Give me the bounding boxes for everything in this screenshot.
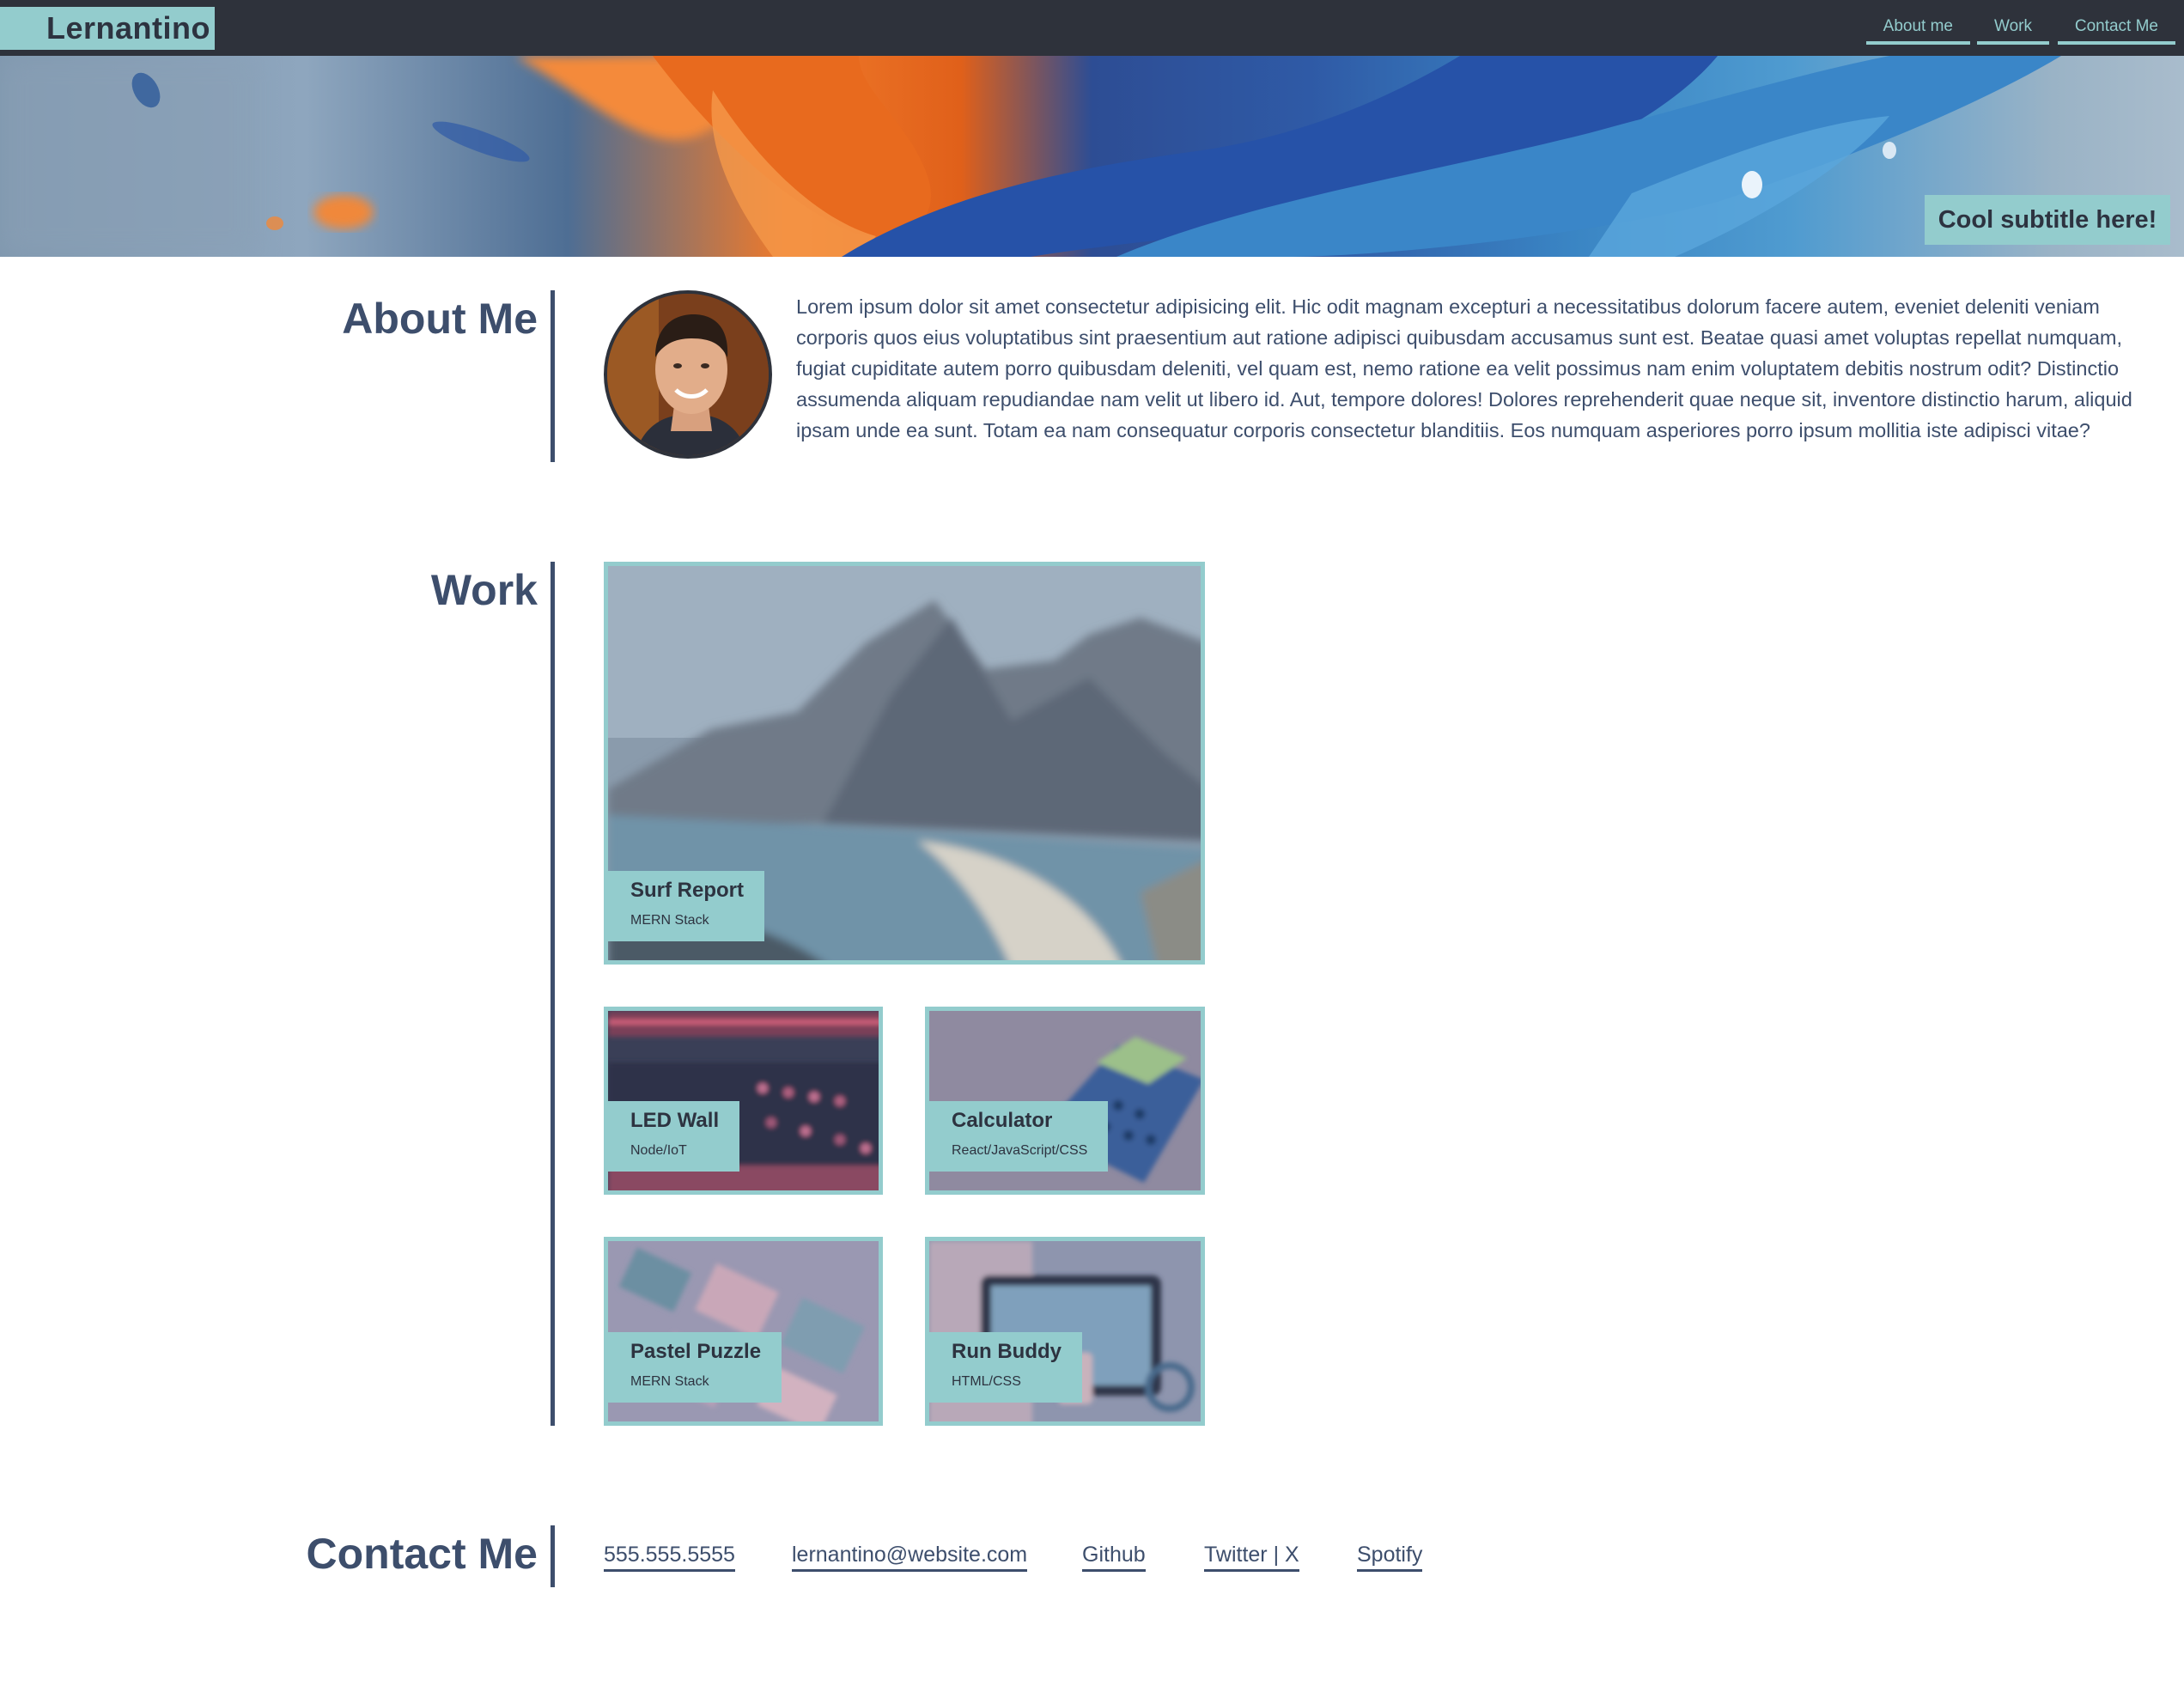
about-section-title: About Me [342,295,538,343]
project-card-led-wall[interactable]: LED Wall Node/IoT [604,1007,883,1195]
brand-logo[interactable]: Lernantino [0,7,215,50]
project-title: Surf Report [630,879,744,902]
contact-spotify-link[interactable]: Spotify [1357,1543,1423,1572]
project-label: Run Buddy HTML/CSS [929,1332,1082,1403]
project-label: Surf Report MERN Stack [608,871,764,941]
profile-photo [607,294,769,455]
project-stack: React/JavaScript/CSS [952,1143,1088,1158]
avatar [604,290,772,459]
contact-twitter-link[interactable]: Twitter | X [1204,1543,1299,1572]
top-nav: Lernantino About me Work Contact Me [0,0,2184,56]
project-title: Run Buddy [952,1340,1062,1363]
project-title: Pastel Puzzle [630,1340,762,1363]
hero-banner: Cool subtitle here! [0,56,2184,257]
work-section-title: Work [430,566,538,614]
nav-link-contact[interactable]: Contact Me [2057,17,2175,45]
nav-link-about[interactable]: About me [1865,17,1970,45]
project-card-run-buddy[interactable]: Run Buddy HTML/CSS [925,1237,1205,1426]
hero-subtitle: Cool subtitle here! [1925,195,2170,245]
nav-link-work[interactable]: Work [1977,17,2049,45]
contact-email-link[interactable]: lernantino@website.com [792,1543,1028,1572]
about-divider [551,290,555,462]
project-stack: MERN Stack [630,913,709,928]
project-label: LED Wall Node/IoT [608,1101,740,1172]
work-divider [551,562,555,1426]
contact-section-title: Contact Me [306,1530,538,1578]
project-label: Pastel Puzzle MERN Stack [608,1332,782,1403]
project-card-pastel-puzzle[interactable]: Pastel Puzzle MERN Stack [604,1237,883,1426]
project-title: Calculator [952,1109,1053,1132]
project-stack: MERN Stack [630,1374,709,1389]
contact-divider [551,1525,555,1587]
contact-github-link[interactable]: Github [1082,1543,1146,1572]
hero-paint-splash-image [0,56,2061,257]
project-stack: Node/IoT [630,1143,687,1158]
project-card-surf-report[interactable]: Surf Report MERN Stack [604,562,1205,965]
project-label: Calculator React/JavaScript/CSS [929,1101,1109,1172]
project-stack: HTML/CSS [952,1374,1021,1389]
contact-phone-link[interactable]: 555.555.5555 [604,1543,735,1572]
project-card-calculator[interactable]: Calculator React/JavaScript/CSS [925,1007,1205,1195]
project-title: LED Wall [630,1109,720,1132]
about-paragraph: Lorem ipsum dolor sit amet consectetur a… [796,295,2132,441]
